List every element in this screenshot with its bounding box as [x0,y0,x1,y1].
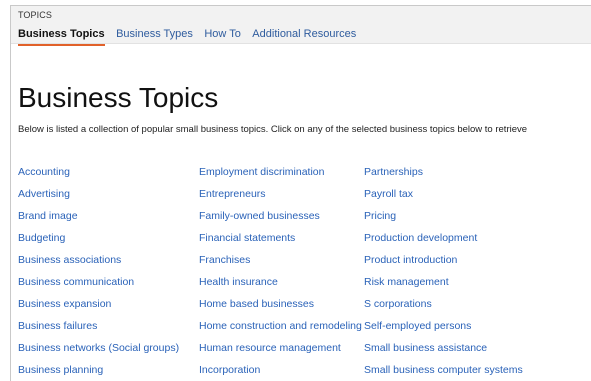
topic-link[interactable]: Partnerships [364,166,523,188]
topic-link[interactable]: Business communication [18,276,179,298]
topic-link[interactable]: Product introduction [364,254,523,276]
topic-link[interactable]: Employment discrimination [199,166,362,188]
topic-link[interactable]: Home construction and remodeling [199,320,362,342]
topic-link[interactable]: Business associations [18,254,179,276]
topic-link[interactable]: Incorporation [199,364,362,381]
topic-link[interactable]: Business failures [18,320,179,342]
topics-column-2: Employment discrimination Entrepreneurs … [199,166,362,381]
topic-link[interactable]: Budgeting [18,232,179,254]
tab-how-to[interactable]: How To [204,28,240,44]
topics-navbar: TOPICS Business Topics Business Types Ho… [11,6,591,46]
topic-link[interactable]: Brand image [18,210,179,232]
intro-text: Below is listed a collection of popular … [18,124,528,135]
topic-link[interactable]: Entrepreneurs [199,188,362,210]
topic-link[interactable]: Small business assistance [364,342,523,364]
tab-business-topics[interactable]: Business Topics [18,28,105,46]
tab-business-types[interactable]: Business Types [116,28,193,44]
topic-link[interactable]: Financial statements [199,232,362,254]
topic-link[interactable]: Accounting [18,166,179,188]
topic-link[interactable]: Advertising [18,188,179,210]
nav-tabs: Business Topics Business Types How To Ad… [18,24,363,46]
page-frame: TOPICS Business Topics Business Types Ho… [10,5,591,381]
topic-link[interactable]: Risk management [364,276,523,298]
topic-link[interactable]: Franchises [199,254,362,276]
topic-link[interactable]: Business planning [18,364,179,381]
topic-link[interactable]: Business networks (Social groups) [18,342,179,364]
topic-link[interactable]: Human resource management [199,342,362,364]
nav-header: TOPICS [18,10,52,20]
page-title: Business Topics [18,82,219,113]
topic-link[interactable]: Self-employed persons [364,320,523,342]
tab-additional-resources[interactable]: Additional Resources [252,28,356,44]
topic-link[interactable]: Family-owned businesses [199,210,362,232]
topic-link[interactable]: Production development [364,232,523,254]
topic-link[interactable]: Health insurance [199,276,362,298]
topic-link[interactable]: S corporations [364,298,523,320]
topic-link[interactable]: Pricing [364,210,523,232]
topic-link[interactable]: Payroll tax [364,188,523,210]
topics-column-3: Partnerships Payroll tax Pricing Product… [364,166,523,381]
topic-link[interactable]: Home based businesses [199,298,362,320]
topics-column-1: Accounting Advertising Brand image Budge… [18,166,179,381]
topic-link[interactable]: Small business computer systems [364,364,523,381]
topic-link[interactable]: Business expansion [18,298,179,320]
